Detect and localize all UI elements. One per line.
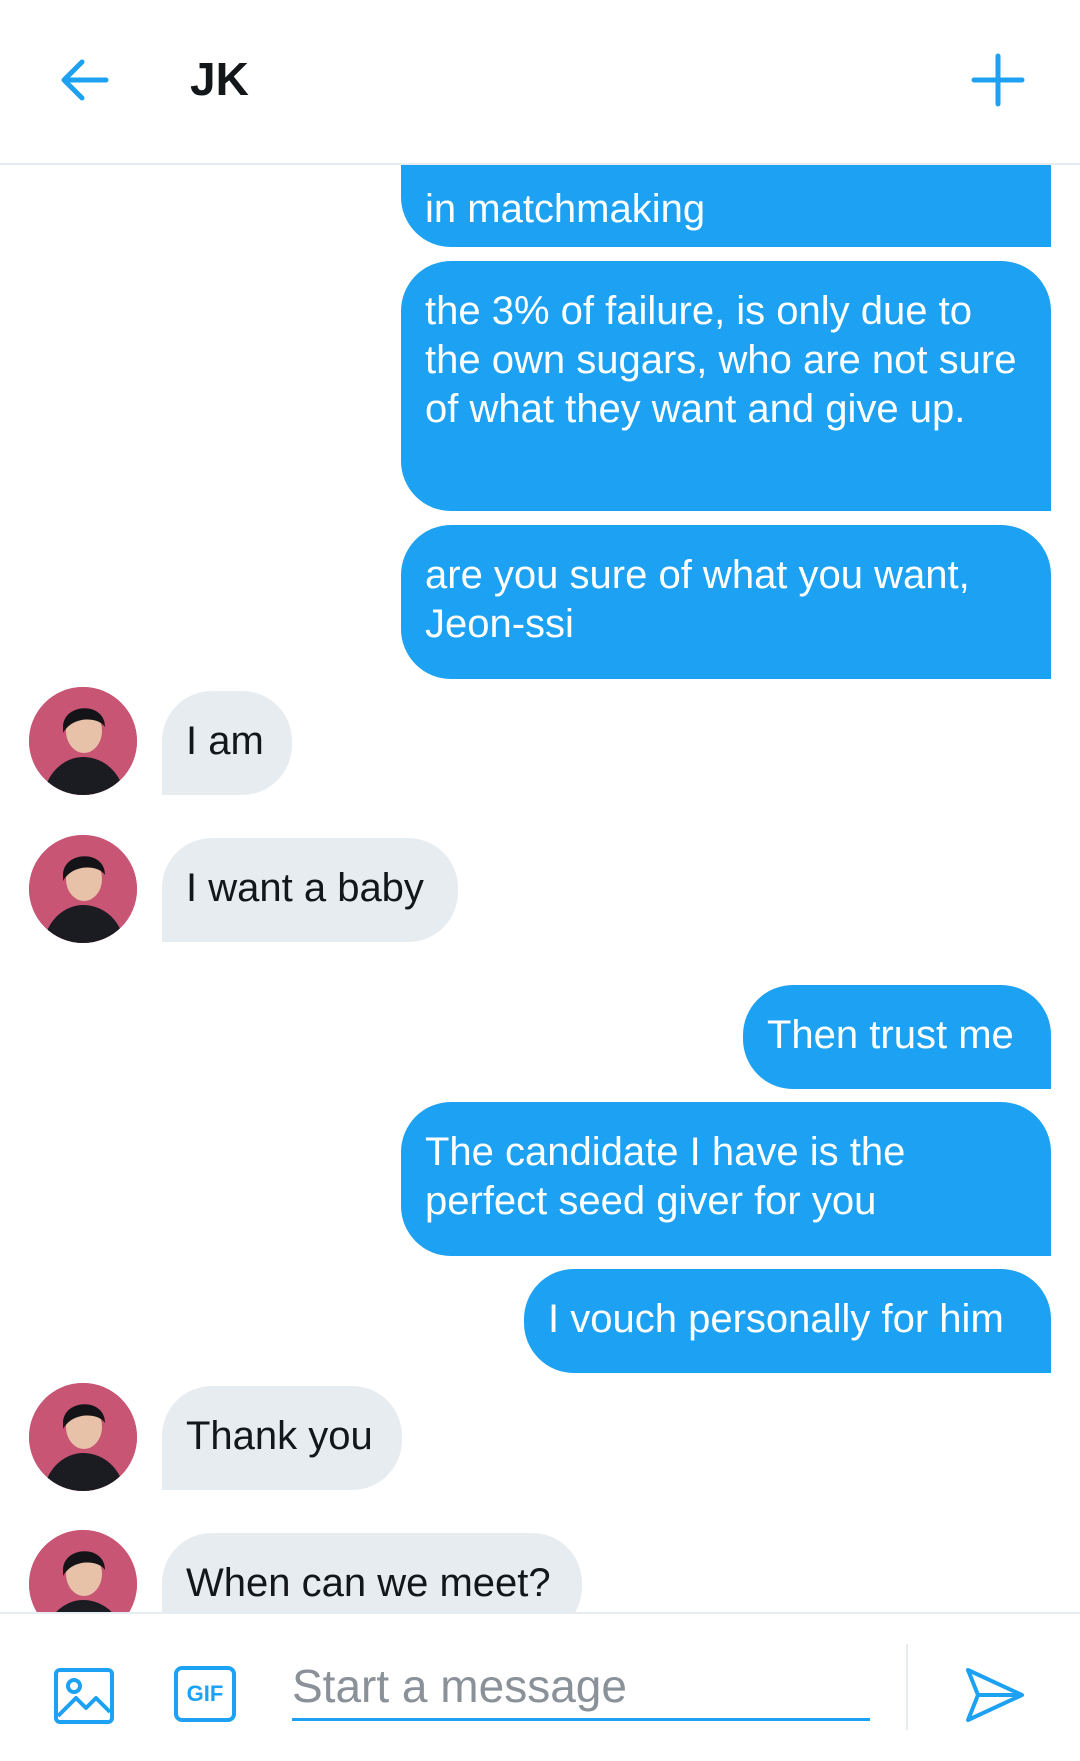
send-icon[interactable] <box>962 1662 1028 1728</box>
message-text: Thank you <box>186 1414 373 1458</box>
message-bubble-sent[interactable]: Then trust me <box>743 985 1051 1089</box>
message-bubble-received[interactable]: I am <box>162 691 292 795</box>
message-text: The candidate I have is the perfect seed… <box>425 1130 906 1223</box>
plus-icon[interactable] <box>966 48 1030 112</box>
message-text: I am <box>186 719 264 763</box>
message-bubble-sent[interactable]: I vouch personally for him <box>524 1269 1051 1373</box>
message-text: Then trust me <box>767 1013 1014 1057</box>
message-text: I want a baby <box>186 866 424 910</box>
message-composer: GIF <box>0 1612 1080 1761</box>
message-text: I vouch personally for him <box>548 1297 1004 1341</box>
avatar[interactable] <box>29 687 137 795</box>
image-icon[interactable] <box>52 1664 116 1728</box>
message-text: the 3% of failure, is only due to the ow… <box>425 289 1017 431</box>
avatar[interactable] <box>29 1530 137 1612</box>
message-bubble-received[interactable]: I want a baby <box>162 838 458 942</box>
message-list[interactable]: in matchmaking the 3% of failure, is onl… <box>0 165 1080 1612</box>
message-bubble-received[interactable]: When can we meet? <box>162 1533 582 1612</box>
message-input[interactable] <box>292 1654 870 1721</box>
message-bubble-sent[interactable]: The candidate I have is the perfect seed… <box>401 1102 1051 1256</box>
composer-divider <box>906 1644 908 1730</box>
conversation-title: JK <box>190 53 249 105</box>
gif-button[interactable]: GIF <box>174 1666 236 1722</box>
conversation-header: JK <box>0 0 1080 165</box>
message-bubble-sent[interactable]: the 3% of failure, is only due to the ow… <box>401 261 1051 511</box>
avatar[interactable] <box>29 835 137 943</box>
message-bubble-sent[interactable]: in matchmaking <box>401 165 1051 247</box>
message-text: When can we meet? <box>186 1561 551 1605</box>
message-bubble-received[interactable]: Thank you <box>162 1386 402 1490</box>
message-text: are you sure of what you want, Jeon-ssi <box>425 553 970 646</box>
back-arrow-icon[interactable] <box>52 48 116 112</box>
avatar[interactable] <box>29 1383 137 1491</box>
message-text: in matchmaking <box>425 187 706 231</box>
message-bubble-sent[interactable]: are you sure of what you want, Jeon-ssi <box>401 525 1051 679</box>
